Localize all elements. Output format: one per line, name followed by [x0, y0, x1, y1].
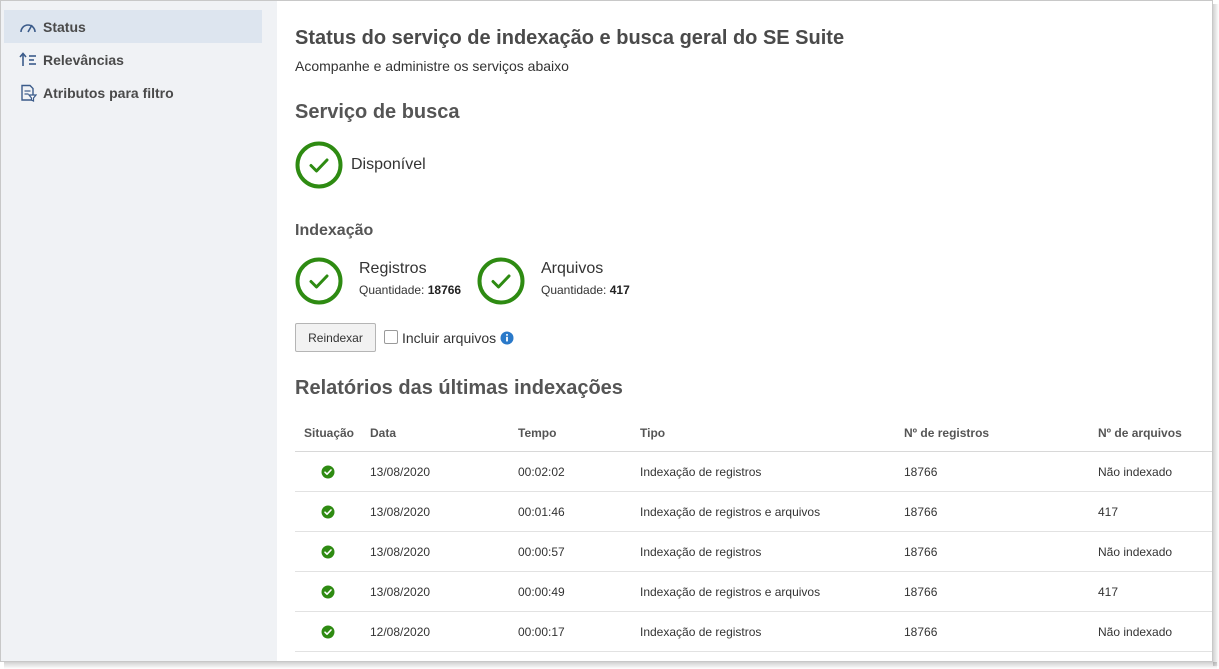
sidebar-item-status[interactable]: Status [4, 10, 262, 43]
filter-attributes-icon [18, 83, 38, 103]
cell-type: Indexação de registros e arquivos [640, 585, 821, 599]
table-row: 12/08/2020 00:00:17 Indexação de registr… [295, 612, 1212, 652]
sidebar-item-relevancias[interactable]: Relevâncias [4, 43, 262, 76]
include-files-checkbox[interactable] [384, 330, 398, 344]
info-icon[interactable] [500, 331, 514, 345]
cell-files: 417 [1098, 505, 1119, 519]
app-window: Status Relevâncias Atributos para filtro… [0, 0, 1213, 662]
indexing-title: Indexação [295, 222, 374, 239]
cell-type: Indexação de registros [640, 465, 762, 479]
table-row: 13/08/2020 00:00:49 Indexação de registr… [295, 572, 1212, 612]
gauge-icon [18, 17, 38, 37]
cell-time: 00:00:49 [518, 585, 565, 599]
cell-type: Indexação de registros [640, 545, 762, 559]
cell-date: 13/08/2020 [370, 465, 431, 479]
include-files-label: Incluir arquivos [402, 330, 497, 346]
cell-date: 12/08/2020 [370, 625, 431, 639]
records-qty-label: Quantidade: [359, 283, 425, 297]
col-header-tempo: Tempo [518, 426, 557, 440]
cell-date: 13/08/2020 [370, 545, 431, 559]
reindex-button[interactable]: Reindexar [295, 323, 376, 352]
cell-time: 00:01:46 [518, 505, 565, 519]
cell-date: 13/08/2020 [370, 585, 431, 599]
records-quantity: Quantidade: 18766 [359, 283, 461, 297]
files-qty-value: 417 [609, 283, 630, 297]
cell-files: 417 [1098, 585, 1119, 599]
col-header-situacao: Situação [304, 426, 355, 440]
files-label: Arquivos [541, 260, 604, 277]
sidebar: Status Relevâncias Atributos para filtro [1, 1, 277, 661]
files-qty-label: Quantidade: [541, 283, 607, 297]
cell-date: 13/08/2020 [370, 505, 431, 519]
cell-records: 18766 [904, 585, 938, 599]
cell-records: 18766 [904, 625, 938, 639]
sort-relevance-icon [18, 50, 38, 70]
search-service-title: Serviço de busca [295, 101, 460, 123]
success-check-icon [321, 465, 335, 479]
success-check-icon [321, 585, 335, 599]
col-header-num-arquivos: Nº de arquivos [1098, 426, 1182, 440]
col-header-num-registros: Nº de registros [904, 426, 990, 440]
page-subtitle: Acompanhe e administre os serviços abaix… [295, 58, 569, 74]
cell-type: Indexação de registros e arquivos [640, 505, 821, 519]
cell-records: 18766 [904, 465, 938, 479]
sidebar-item-label: Status [43, 18, 86, 35]
cell-records: 18766 [904, 545, 938, 559]
cell-files: Não indexado [1098, 545, 1173, 559]
sidebar-item-label: Atributos para filtro [43, 84, 174, 101]
table-row: 13/08/2020 00:00:57 Indexação de registr… [295, 532, 1212, 572]
sidebar-item-atributos-filtro[interactable]: Atributos para filtro [4, 76, 262, 109]
main-content: Status do serviço de indexação e busca g… [279, 9, 1212, 661]
table-row: 13/08/2020 00:01:46 Indexação de registr… [295, 492, 1212, 532]
success-check-icon [321, 545, 335, 559]
page-title: Status do serviço de indexação e busca g… [295, 27, 845, 49]
success-check-icon [321, 625, 335, 639]
window-shadow-right [1213, 4, 1219, 666]
col-header-data: Data [370, 426, 397, 440]
cell-files: Não indexado [1098, 465, 1173, 479]
table-row: 13/08/2020 00:02:02 Indexação de registr… [295, 452, 1212, 492]
records-label: Registros [359, 260, 427, 277]
cell-type: Indexação de registros [640, 625, 762, 639]
search-service-status: Disponível [351, 156, 426, 173]
cell-time: 00:02:02 [518, 465, 565, 479]
records-check-icon [295, 257, 343, 305]
cell-time: 00:00:17 [518, 625, 565, 639]
reports-title: Relatórios das últimas indexações [295, 377, 623, 399]
files-check-icon [477, 257, 525, 305]
search-service-check-icon [295, 141, 343, 189]
cell-records: 18766 [904, 505, 938, 519]
records-qty-value: 18766 [427, 283, 462, 297]
files-quantity: Quantidade: 417 [541, 283, 630, 297]
sidebar-item-label: Relevâncias [43, 51, 124, 68]
window-shadow-bottom [4, 662, 1217, 669]
col-header-tipo: Tipo [640, 426, 666, 440]
success-check-icon [321, 505, 335, 519]
cell-files: Não indexado [1098, 625, 1173, 639]
cell-time: 00:00:57 [518, 545, 565, 559]
